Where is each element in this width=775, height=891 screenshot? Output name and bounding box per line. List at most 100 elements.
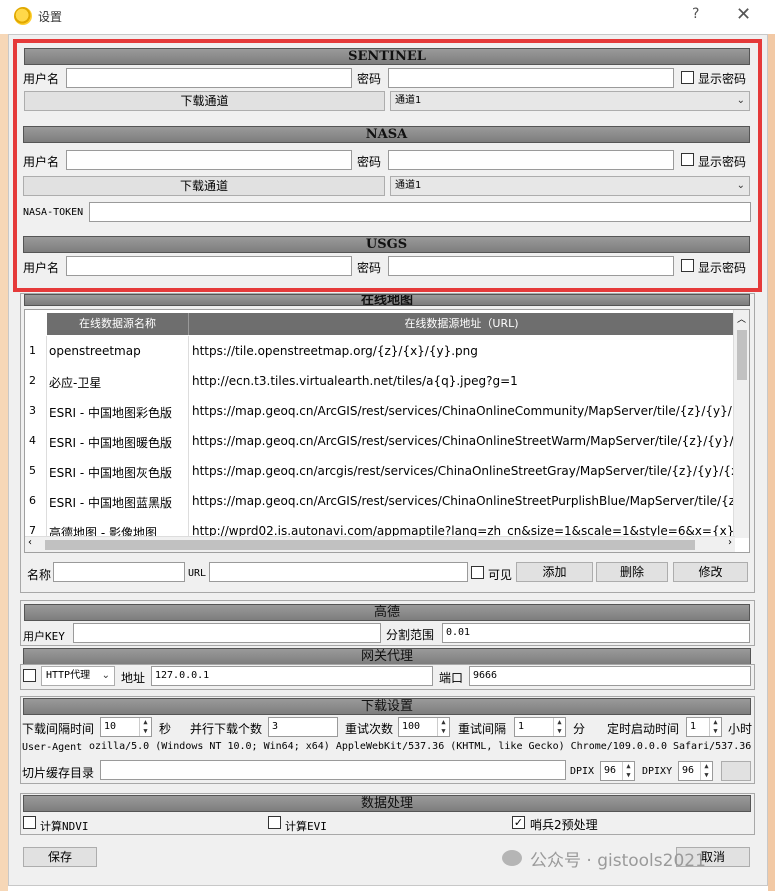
background-strip-left: [0, 34, 8, 891]
cache-dir-input[interactable]: [100, 760, 566, 780]
chevron-left-icon[interactable]: ‹: [28, 537, 32, 548]
user-agent-input[interactable]: ozilla/5.0 (Windows NT 10.0; Win64; x64)…: [86, 738, 752, 758]
chevron-up-icon[interactable]: ︿: [737, 312, 746, 325]
add-map-button[interactable]: 添加: [516, 562, 593, 582]
proxy-type-select[interactable]: HTTP代理 ⌄: [41, 666, 115, 686]
edit-map-button[interactable]: 修改: [673, 562, 748, 582]
nasa-username-label: 用户名: [23, 155, 60, 169]
window-title: 设置: [38, 10, 63, 24]
ndvi-checkbox[interactable]: [23, 816, 36, 829]
map-name-input[interactable]: [53, 562, 185, 582]
download-interval-stepper[interactable]: 10 ▲ ▼: [100, 717, 152, 737]
cell-divider: [188, 486, 189, 516]
online-map-table[interactable]: 在线数据源名称 在线数据源地址（URL) 1 openstreetmap https…: [24, 309, 750, 553]
usgs-username-input[interactable]: [66, 256, 352, 276]
source-name-cell[interactable]: ESRI - 中国地图蓝黑版: [49, 494, 187, 511]
table-row[interactable]: 1 openstreetmap https://tile.openstreetmap…: [25, 336, 735, 366]
user-key-input[interactable]: [73, 623, 381, 643]
nasa-header: NASA: [23, 126, 750, 143]
table-row[interactable]: 5 ESRI - 中国地图灰色版 https://map.geoq.cn/arcgi…: [25, 456, 735, 486]
stepper-arrows-icon[interactable]: ▲ ▼: [709, 718, 721, 736]
nasa-channel-select[interactable]: 通道1 ⌄: [390, 176, 750, 196]
sentinel-channel-select[interactable]: 通道1 ⌄: [390, 91, 750, 111]
nasa-username-input[interactable]: [66, 150, 352, 170]
nasa-show-password-label: 显示密码: [698, 155, 747, 169]
timer-start-value: 1: [690, 721, 697, 732]
cell-divider: [46, 366, 47, 396]
stepper-arrows-icon[interactable]: ▲ ▼: [700, 762, 712, 780]
cell-divider: [188, 366, 189, 396]
color-picker-button[interactable]: [721, 761, 751, 781]
source-url-cell[interactable]: https://map.geoq.cn/ArcGIS/rest/services…: [192, 404, 735, 418]
sentinel-password-input[interactable]: [388, 68, 674, 88]
table-row[interactable]: 6 ESRI - 中国地图蓝黑版 https://map.geoq.cn/ArcGI…: [25, 486, 735, 516]
close-icon[interactable]: ✕: [736, 4, 751, 25]
processing-header: 数据处理: [23, 795, 751, 812]
source-url-cell[interactable]: http://ecn.t3.tiles.virtualearth.net/til…: [192, 374, 735, 388]
scroll-thumb[interactable]: [737, 330, 747, 380]
stepper-arrows-icon[interactable]: ▲ ▼: [622, 762, 634, 780]
chevron-right-icon[interactable]: ›: [728, 537, 732, 548]
proxy-enable-checkbox[interactable]: [23, 669, 36, 682]
delete-map-button[interactable]: 删除: [596, 562, 668, 582]
download-interval-value: 10: [104, 721, 117, 732]
stepper-arrows-icon[interactable]: ▲ ▼: [553, 718, 565, 736]
download-header: 下载设置: [23, 698, 751, 715]
map-visible-checkbox[interactable]: [471, 566, 484, 579]
row-number: 5: [29, 464, 36, 477]
map-visible-label: 可见: [488, 568, 513, 582]
timer-start-stepper[interactable]: 1 ▲ ▼: [686, 717, 722, 737]
cell-divider: [188, 396, 189, 426]
save-button[interactable]: 保存: [23, 847, 97, 867]
parallel-downloads-input[interactable]: 3: [268, 717, 338, 737]
table-row[interactable]: 2 必应-卫星 http://ecn.t3.tiles.virtualearth.n…: [25, 366, 735, 396]
table-vertical-scrollbar[interactable]: ︿: [733, 310, 749, 538]
table-row[interactable]: 4 ESRI - 中国地图暖色版 https://map.geoq.cn/ArcGI…: [25, 426, 735, 456]
column-header-name[interactable]: 在线数据源名称: [47, 313, 189, 335]
retry-interval-stepper[interactable]: 1 ▲ ▼: [514, 717, 566, 737]
source-name-cell[interactable]: 必应-卫星: [49, 374, 187, 391]
cell-divider: [46, 486, 47, 516]
split-range-input[interactable]: 0.01: [442, 623, 750, 643]
proxy-port-input[interactable]: 9666: [469, 666, 751, 686]
dpix-label: DPIX: [570, 766, 595, 777]
sentinel-download-channel-button[interactable]: 下载通道: [24, 91, 385, 111]
source-url-cell[interactable]: https://map.geoq.cn/arcgis/rest/services…: [192, 464, 735, 478]
table-horizontal-scrollbar[interactable]: ‹ ›: [25, 536, 735, 552]
map-url-input[interactable]: [209, 562, 468, 582]
usgs-show-password-checkbox[interactable]: [681, 259, 694, 272]
nasa-password-input[interactable]: [388, 150, 674, 170]
ndvi-label: 计算NDVI: [40, 820, 89, 833]
proxy-port-label: 端口: [439, 671, 464, 685]
dpix-stepper[interactable]: 96 ▲ ▼: [600, 761, 635, 781]
scroll-thumb[interactable]: [45, 540, 695, 550]
usgs-password-input[interactable]: [388, 256, 674, 276]
stepper-arrows-icon[interactable]: ▲ ▼: [139, 718, 151, 736]
source-url-cell[interactable]: https://map.geoq.cn/ArcGIS/rest/services…: [192, 494, 735, 508]
nasa-show-password-checkbox[interactable]: [681, 153, 694, 166]
source-name-cell[interactable]: ESRI - 中国地图暖色版: [49, 434, 187, 451]
sentinel2-preprocess-checkbox[interactable]: ✓: [512, 816, 525, 829]
column-header-url[interactable]: 在线数据源地址（URL): [189, 313, 735, 335]
dpiy-stepper[interactable]: 96 ▲ ▼: [678, 761, 713, 781]
proxy-address-input[interactable]: 127.0.0.1: [151, 666, 433, 686]
retry-interval-value: 1: [518, 721, 525, 732]
stepper-arrows-icon[interactable]: ▲ ▼: [437, 718, 449, 736]
evi-checkbox[interactable]: [268, 816, 281, 829]
nasa-token-input[interactable]: [89, 202, 751, 222]
source-name-cell[interactable]: ESRI - 中国地图灰色版: [49, 464, 187, 481]
title-bar: 设置 ? ✕: [0, 0, 775, 32]
usgs-password-label: 密码: [357, 261, 382, 275]
sentinel-show-password-checkbox[interactable]: [681, 71, 694, 84]
source-url-cell[interactable]: https://tile.openstreetmap.org/{z}/{x}/{…: [192, 344, 735, 358]
source-url-cell[interactable]: https://map.geoq.cn/ArcGIS/rest/services…: [192, 434, 735, 448]
sentinel-username-label: 用户名: [23, 72, 60, 86]
cell-divider: [46, 396, 47, 426]
sentinel-username-input[interactable]: [66, 68, 352, 88]
source-name-cell[interactable]: ESRI - 中国地图彩色版: [49, 404, 187, 421]
source-name-cell[interactable]: openstreetmap: [49, 344, 187, 358]
nasa-download-channel-button[interactable]: 下载通道: [23, 176, 385, 196]
table-row[interactable]: 3 ESRI - 中国地图彩色版 https://map.geoq.cn/ArcGI…: [25, 396, 735, 426]
retry-count-stepper[interactable]: 100 ▲ ▼: [398, 717, 450, 737]
help-icon[interactable]: ?: [692, 6, 699, 22]
